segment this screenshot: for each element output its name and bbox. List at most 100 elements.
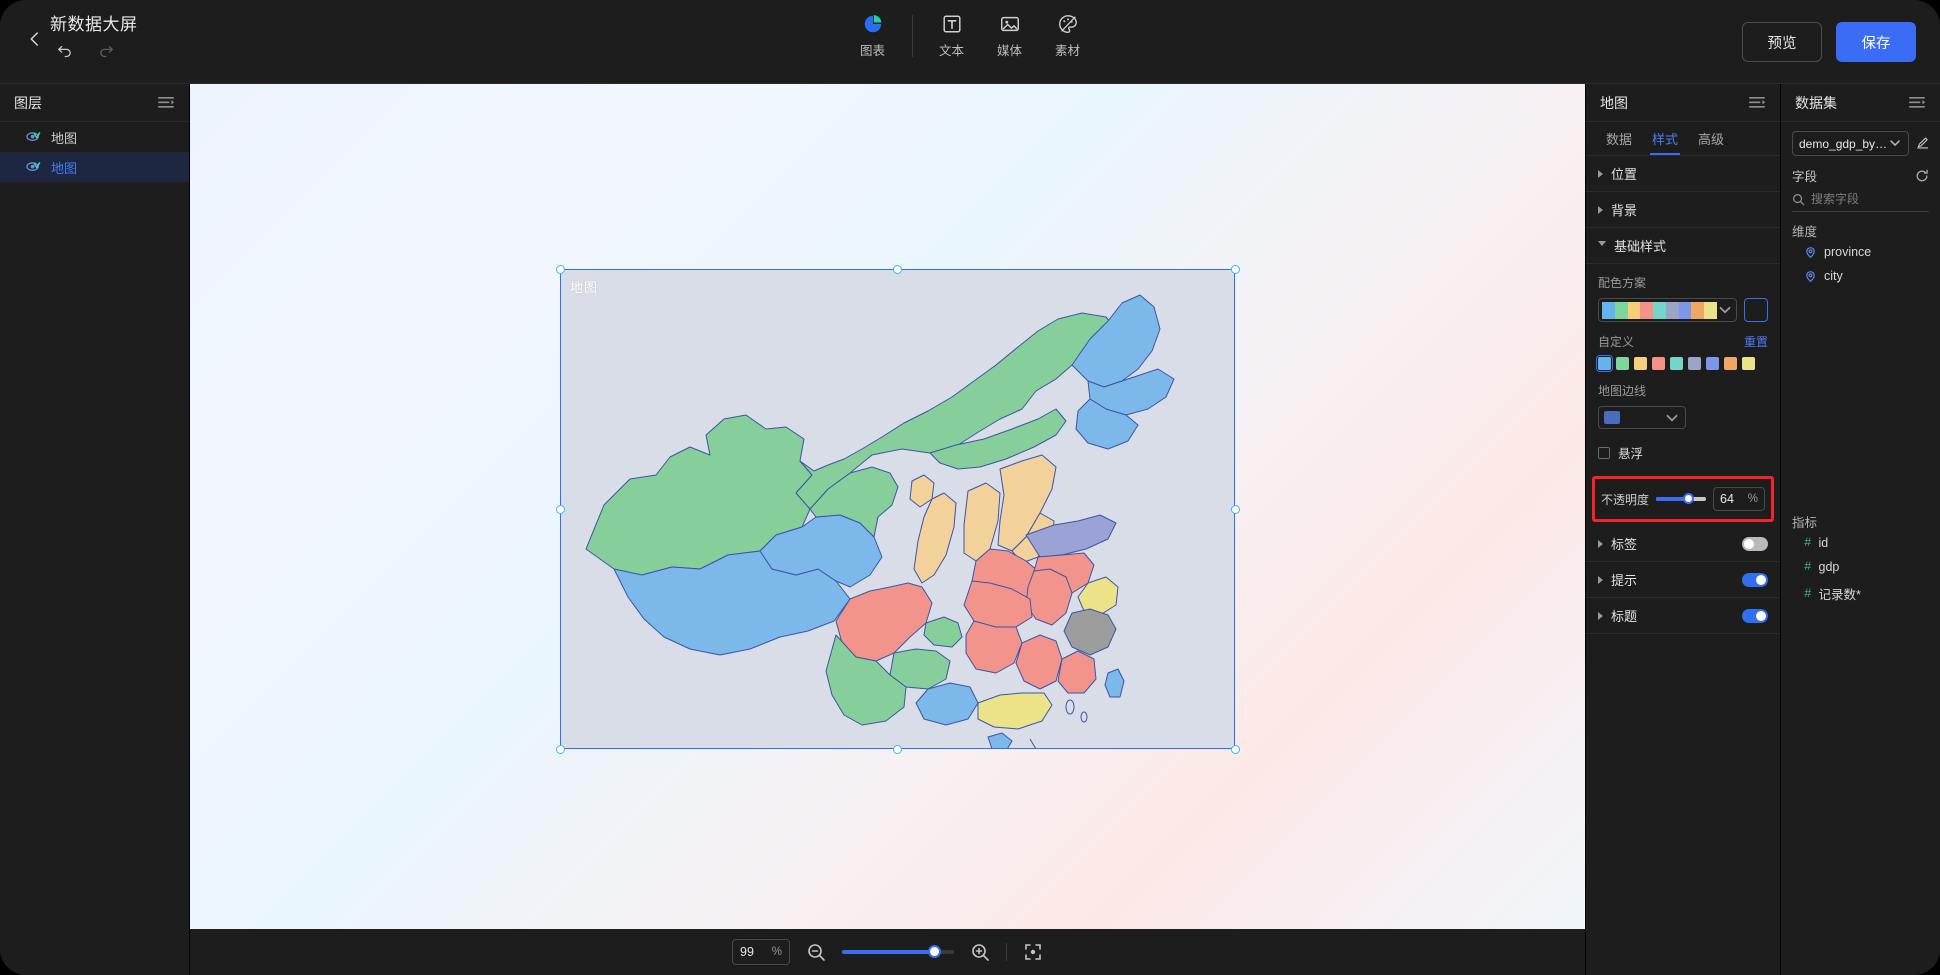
collapse-right-icon[interactable] bbox=[1748, 96, 1766, 110]
location-pin-icon bbox=[1804, 246, 1817, 259]
layers-panel-header: 图层 bbox=[0, 84, 189, 122]
canvas-column: 地图 地图 bbox=[190, 84, 1585, 975]
chevron-down-icon bbox=[1664, 410, 1680, 426]
layers-panel: 图层 地图 地图 bbox=[0, 84, 190, 975]
dataset-title: 数据集 bbox=[1795, 94, 1837, 111]
dimension-field-city[interactable]: city bbox=[1792, 264, 1929, 288]
section-background[interactable]: 背景 bbox=[1586, 192, 1780, 228]
measure-name: 记录数* bbox=[1818, 588, 1861, 602]
tool-asset[interactable]: 素材 bbox=[1039, 11, 1097, 61]
hover-label: 悬浮 bbox=[1618, 447, 1644, 461]
custom-swatches bbox=[1595, 354, 1768, 373]
preview-button[interactable]: 预览 bbox=[1742, 22, 1822, 62]
measure-name: id bbox=[1818, 536, 1829, 550]
layer-item[interactable]: 地图 bbox=[0, 152, 189, 182]
zoom-in-icon[interactable] bbox=[970, 942, 990, 962]
measure-field-id[interactable]: # id bbox=[1792, 531, 1929, 555]
eye-icon[interactable] bbox=[26, 131, 41, 144]
color-swatch[interactable] bbox=[1706, 357, 1719, 370]
color-swatch[interactable] bbox=[1724, 357, 1737, 370]
custom-row: 自定义 重置 bbox=[1598, 333, 1768, 350]
dimension-field-province[interactable]: province bbox=[1792, 240, 1929, 264]
label-toggle[interactable] bbox=[1742, 536, 1768, 551]
section-label[interactable]: 标签 bbox=[1586, 526, 1780, 562]
dataset-panel-header: 数据集 bbox=[1781, 84, 1940, 122]
resize-handle-nw[interactable] bbox=[556, 265, 565, 274]
color-swatch[interactable] bbox=[1652, 357, 1665, 370]
map-border-color-select[interactable] bbox=[1598, 406, 1686, 429]
dimension-name: province bbox=[1824, 245, 1872, 259]
resize-handle-n[interactable] bbox=[893, 265, 902, 274]
top-actions: 预览 保存 bbox=[1742, 22, 1916, 62]
color-swatch[interactable] bbox=[1688, 357, 1701, 370]
color-swatch[interactable] bbox=[1742, 357, 1755, 370]
title-toggle[interactable] bbox=[1742, 608, 1768, 623]
location-pin-icon bbox=[1804, 270, 1817, 283]
resize-handle-ne[interactable] bbox=[1231, 265, 1240, 274]
map-widget[interactable]: 地图 bbox=[560, 269, 1235, 749]
opacity-input[interactable]: 64 % bbox=[1713, 487, 1765, 511]
opacity-percent-symbol: % bbox=[1747, 493, 1758, 505]
dataset-select-row: demo_gdp_by_city bbox=[1792, 131, 1929, 156]
section-tooltip[interactable]: 提示 bbox=[1586, 562, 1780, 598]
palette-select[interactable] bbox=[1598, 298, 1737, 322]
zoom-out-icon[interactable] bbox=[806, 942, 826, 962]
tool-text-label: 文本 bbox=[938, 44, 964, 58]
pencil-icon[interactable] bbox=[1916, 136, 1929, 151]
dataset-select[interactable]: demo_gdp_by_city bbox=[1792, 131, 1909, 156]
hover-checkbox[interactable] bbox=[1598, 446, 1610, 459]
zoom-slider[interactable] bbox=[842, 945, 954, 959]
canvas[interactable]: 地图 地图 bbox=[190, 84, 1585, 929]
measure-field-gdp[interactable]: # gdp bbox=[1792, 555, 1929, 579]
tab-style[interactable]: 样式 bbox=[1642, 122, 1688, 155]
app-root: 新数据大屏 图表 文本 媒体 素材 预览 保存 图层 地图 地图 地图 99 %… bbox=[0, 0, 1940, 975]
save-button[interactable]: 保存 bbox=[1836, 22, 1916, 62]
chevron-right-icon bbox=[1598, 539, 1603, 548]
tooltip-toggle[interactable] bbox=[1742, 572, 1768, 587]
refresh-icon[interactable] bbox=[1915, 169, 1929, 183]
dimensions-label: 维度 bbox=[1792, 225, 1818, 239]
tool-media-label: 媒体 bbox=[996, 44, 1022, 58]
resize-handle-e[interactable] bbox=[1231, 505, 1240, 514]
resize-handle-s[interactable] bbox=[893, 745, 902, 754]
reset-link[interactable]: 重置 bbox=[1744, 333, 1768, 350]
zoom-slider-knob[interactable] bbox=[927, 945, 941, 958]
collapse-right-icon[interactable] bbox=[1908, 96, 1926, 110]
palette-settings-button[interactable] bbox=[1744, 298, 1771, 328]
resize-handle-sw[interactable] bbox=[556, 745, 565, 754]
fields-header: 字段 bbox=[1792, 166, 1929, 185]
section-position[interactable]: 位置 bbox=[1586, 156, 1780, 192]
tool-text[interactable]: 文本 bbox=[923, 11, 981, 61]
zoom-input[interactable]: 99 % bbox=[732, 939, 790, 965]
layer-item[interactable]: 地图 bbox=[0, 122, 189, 152]
eye-icon[interactable] bbox=[26, 161, 41, 174]
opacity-slider-knob[interactable] bbox=[1683, 493, 1694, 504]
color-swatch[interactable] bbox=[1634, 357, 1647, 370]
color-swatch[interactable] bbox=[1616, 357, 1629, 370]
resize-handle-w[interactable] bbox=[556, 505, 565, 514]
tab-data[interactable]: 数据 bbox=[1596, 122, 1642, 155]
hash-icon: # bbox=[1804, 536, 1812, 550]
fit-to-screen-icon[interactable] bbox=[1023, 942, 1043, 962]
search-input[interactable] bbox=[1811, 192, 1929, 206]
color-swatch[interactable] bbox=[1595, 354, 1614, 373]
section-base-style[interactable]: 基础样式 bbox=[1586, 228, 1780, 264]
field-search[interactable] bbox=[1792, 192, 1929, 212]
section-label-text: 标签 bbox=[1611, 537, 1638, 552]
zoom-controls: 99 % bbox=[732, 939, 1043, 965]
pie-chart-icon bbox=[862, 13, 884, 35]
section-base-style-label: 基础样式 bbox=[1614, 239, 1667, 254]
color-swatch[interactable] bbox=[1670, 357, 1683, 370]
chevron-down-icon bbox=[1888, 136, 1902, 150]
tool-chart[interactable]: 图表 bbox=[844, 11, 902, 61]
palette-strip bbox=[1602, 301, 1718, 319]
zoom-slider-fill bbox=[842, 950, 934, 954]
hash-icon: # bbox=[1804, 560, 1812, 574]
opacity-slider[interactable] bbox=[1656, 492, 1706, 506]
measure-field-record-count[interactable]: # 记录数* bbox=[1792, 579, 1929, 608]
tab-advanced[interactable]: 高级 bbox=[1688, 122, 1734, 155]
collapse-left-icon[interactable] bbox=[157, 96, 175, 110]
resize-handle-se[interactable] bbox=[1231, 745, 1240, 754]
section-title[interactable]: 标题 bbox=[1586, 598, 1780, 634]
tool-media[interactable]: 媒体 bbox=[981, 11, 1039, 61]
